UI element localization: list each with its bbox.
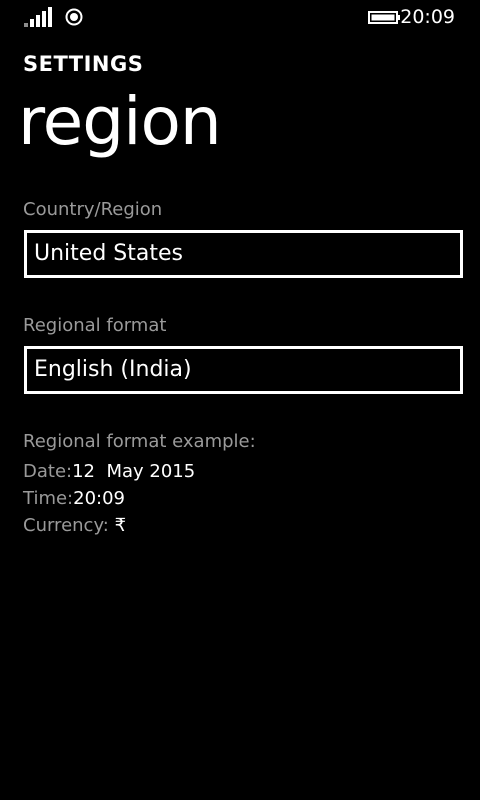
regional-format-example-heading: Regional format example: [23, 431, 256, 452]
signal-strength-icon [24, 7, 54, 27]
app-title: SETTINGS [23, 52, 144, 76]
example-time-row: Time:20:09 [23, 487, 125, 511]
example-currency-row: Currency: ₹ [23, 514, 126, 538]
regional-format-picker[interactable]: English (India) [24, 346, 463, 394]
country-region-picker[interactable]: United States [24, 230, 463, 278]
country-region-label: Country/Region [23, 199, 163, 220]
location-icon [65, 8, 83, 26]
page-title: region [18, 83, 222, 160]
example-currency-label: Currency: [23, 515, 115, 536]
example-date-label: Date: [23, 461, 73, 482]
battery-icon [368, 11, 400, 24]
regional-format-label: Regional format [23, 315, 167, 336]
status-time: 20:09 [400, 6, 455, 28]
example-date-value: 12 May 2015 [72, 461, 196, 482]
example-date-row: Date:12 May 2015 [23, 460, 195, 484]
status-bar: 20:09 [0, 0, 480, 34]
example-time-value: 20:09 [73, 488, 125, 509]
example-currency-value: ₹ [114, 515, 127, 536]
example-time-label: Time: [23, 488, 74, 509]
